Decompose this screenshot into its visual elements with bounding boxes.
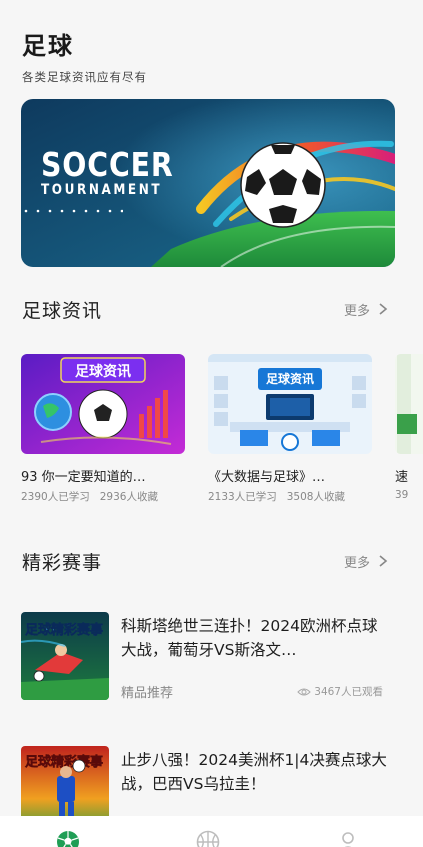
news-thumbnail: 足球资讯 xyxy=(21,354,185,454)
basketball-icon xyxy=(196,830,220,847)
match-title: 科斯塔绝世三连扑！2024欧洲杯点球大战，葡萄牙VS斯洛文… xyxy=(121,617,378,659)
news-title: 速 xyxy=(395,470,409,485)
news-card[interactable]: 足球资讯 93 你一定要知道的… 2390人已学习 2936人收藏 xyxy=(21,354,186,504)
match-title: 止步八强！2024美洲杯1|4决赛点球大战，巴西VS乌拉圭！ xyxy=(121,751,387,793)
tournament-banner[interactable]: SOCCER TOURNAMENT xyxy=(21,99,395,267)
news-learners: 2133人已学习 xyxy=(208,491,277,503)
matches-section-title: 精彩赛事 xyxy=(22,551,103,574)
match-views: 3467人已观看 xyxy=(297,684,383,699)
news-meta: 2390人已学习 2936人收藏 xyxy=(21,489,186,504)
match-item[interactable]: 足球精彩赛事 科斯塔绝世三连扑！2024欧洲杯点球大战，葡萄牙VS斯洛文… 精品… xyxy=(21,612,389,702)
news-meta: 2133人已学习 3508人收藏 xyxy=(208,489,373,504)
matches-more-label: 更多 xyxy=(343,555,370,571)
tab-profile[interactable] xyxy=(336,830,360,847)
news-thumbnail: 足球资讯 xyxy=(208,354,372,454)
matches-section-header: 精彩赛事 更多 xyxy=(22,548,390,574)
news-card[interactable]: 速 39 xyxy=(395,354,423,501)
chevron-right-icon xyxy=(379,555,388,567)
tab-home[interactable] xyxy=(56,830,80,847)
profile-icon xyxy=(342,832,354,847)
news-section-header: 足球资讯 更多 xyxy=(22,296,390,322)
banner-line2: TOURNAMENT xyxy=(41,182,163,198)
banner-dots xyxy=(24,209,123,213)
banner-heading: SOCCER TOURNAMENT xyxy=(41,145,195,198)
news-favorites: 2936人收藏 xyxy=(99,491,158,503)
match-thumb-text: 足球精彩赛事 xyxy=(25,622,103,638)
news-section-title: 足球资讯 xyxy=(22,299,103,322)
match-views-count: 3467人已观看 xyxy=(314,686,383,698)
news-learners: 39 xyxy=(395,489,409,501)
banner-line1: SOCCER xyxy=(41,145,174,184)
news-favorites: 3508人收藏 xyxy=(286,491,345,503)
bottom-tab-bar xyxy=(0,816,423,847)
news-carousel[interactable]: 足球资讯 93 你一定要知道的… 2390人已学习 2936人收藏 足球资讯 《… xyxy=(21,354,423,504)
news-thumb-text: 足球资讯 xyxy=(266,371,314,386)
news-more-link[interactable]: 更多 xyxy=(344,300,390,319)
news-title: 《大数据与足球》… xyxy=(208,470,326,485)
matches-more-link[interactable]: 更多 xyxy=(344,552,390,571)
news-card[interactable]: 足球资讯 《大数据与足球》… 2133人已学习 3508人收藏 xyxy=(208,354,373,504)
match-thumbnail: 足球精彩赛事 xyxy=(21,612,109,700)
news-title: 93 你一定要知道的… xyxy=(21,470,146,485)
news-thumb-text: 足球资讯 xyxy=(75,363,131,380)
news-learners: 2390人已学习 xyxy=(21,491,90,503)
page-header: 足球 各类足球资讯应有尽有 xyxy=(22,26,147,85)
news-thumbnail xyxy=(395,354,423,454)
chevron-right-icon xyxy=(379,303,388,315)
tab-basketball[interactable] xyxy=(196,830,220,847)
match-tag: 精品推荐 xyxy=(121,686,174,701)
page-title: 足球 xyxy=(22,32,74,60)
news-more-label: 更多 xyxy=(343,303,370,319)
soccer-ball-icon xyxy=(57,831,79,847)
eye-icon xyxy=(297,688,311,695)
news-meta: 39 xyxy=(395,489,423,501)
page-subtitle: 各类足球资讯应有尽有 xyxy=(22,70,147,84)
